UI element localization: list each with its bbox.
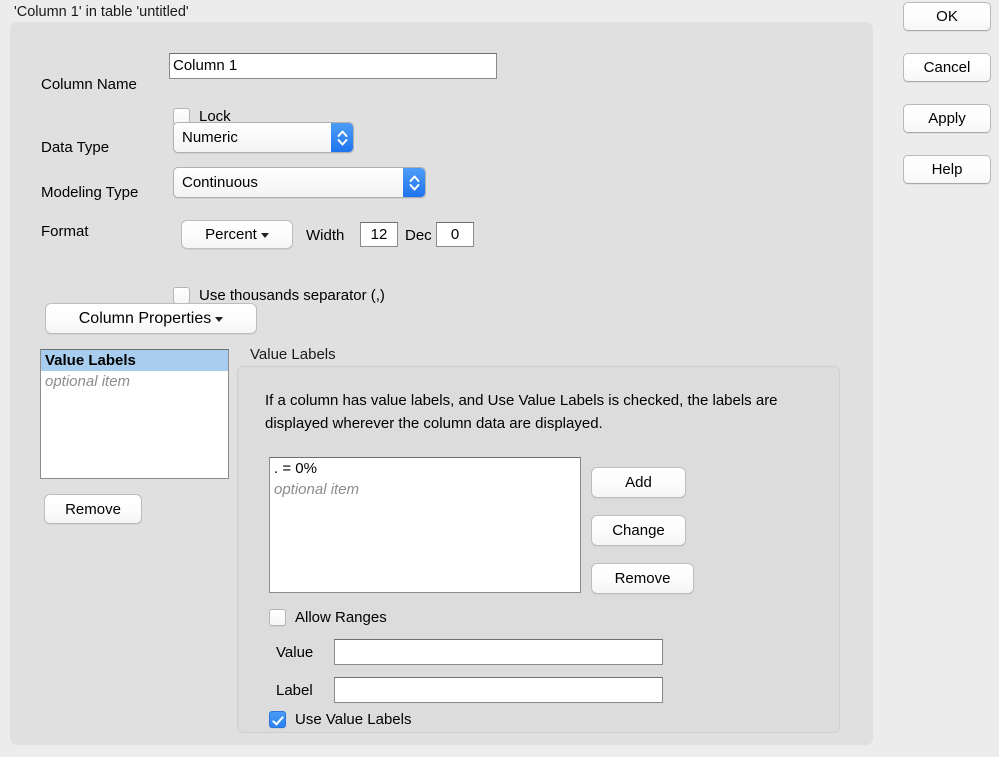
- chevron-down-icon: [260, 233, 269, 238]
- use-value-labels-checkbox[interactable]: Use Value Labels: [269, 711, 411, 728]
- value-labels-list[interactable]: . = 0% optional item: [269, 457, 581, 593]
- property-remove-button[interactable]: Remove: [44, 494, 142, 524]
- format-popup-button[interactable]: Percent: [181, 220, 293, 249]
- thousands-separator-label: Use thousands separator (,): [199, 287, 385, 304]
- allow-ranges-checkbox-box[interactable]: [269, 609, 286, 626]
- use-value-labels-checkbox-box[interactable]: [269, 711, 286, 728]
- data-type-popup-value: Numeric: [182, 129, 238, 146]
- stepper-arrows-icon[interactable]: [403, 168, 425, 197]
- property-remove-label: Remove: [65, 500, 121, 518]
- modeling-type-popup[interactable]: Continuous: [173, 167, 426, 198]
- ok-button[interactable]: OK: [903, 2, 991, 31]
- action-button-column: OK Cancel Apply Help: [903, 2, 993, 206]
- list-item[interactable]: optional item: [41, 371, 228, 392]
- value-label-change-button[interactable]: Change: [591, 515, 686, 546]
- value-labels-group-title: Value Labels: [250, 346, 336, 363]
- dec-label: Dec: [405, 227, 432, 244]
- chevron-down-icon: [215, 317, 224, 322]
- list-item[interactable]: Value Labels: [41, 350, 228, 371]
- value-label-add-label: Add: [625, 474, 652, 491]
- value-field-label: Value: [276, 644, 314, 661]
- column-name-input[interactable]: Column 1: [169, 53, 497, 79]
- thousands-separator-checkbox-box[interactable]: [173, 287, 190, 304]
- modeling-type-popup-value: Continuous: [182, 174, 258, 191]
- value-label-remove-label: Remove: [614, 570, 671, 587]
- value-labels-group: If a column has value labels, and Use Va…: [237, 366, 840, 733]
- dialog-panel: Column Name Column 1 Lock Data Type Nume…: [10, 22, 873, 745]
- use-value-labels-label: Use Value Labels: [295, 711, 412, 728]
- dec-input[interactable]: 0: [436, 222, 474, 247]
- data-type-popup[interactable]: Numeric: [173, 122, 354, 153]
- window-title: 'Column 1' in table 'untitled': [14, 4, 189, 20]
- format-popup-value: Percent: [205, 226, 257, 243]
- apply-button[interactable]: Apply: [903, 104, 991, 133]
- allow-ranges-label: Allow Ranges: [295, 609, 387, 626]
- label-input[interactable]: [334, 677, 663, 703]
- value-label-add-button[interactable]: Add: [591, 467, 686, 498]
- column-properties-button[interactable]: Column Properties: [45, 303, 257, 334]
- value-label-remove-button[interactable]: Remove: [591, 563, 694, 594]
- modeling-type-label: Modeling Type: [41, 184, 139, 201]
- value-input[interactable]: [334, 639, 663, 665]
- stepper-arrows-icon[interactable]: [331, 123, 353, 152]
- thousands-separator-checkbox[interactable]: Use thousands separator (,): [173, 287, 385, 304]
- allow-ranges-checkbox[interactable]: Allow Ranges: [269, 609, 387, 626]
- help-button[interactable]: Help: [903, 155, 991, 184]
- data-type-label: Data Type: [41, 139, 110, 156]
- value-labels-description: If a column has value labels, and Use Va…: [265, 392, 778, 432]
- list-item[interactable]: optional item: [270, 479, 580, 500]
- format-label: Format: [41, 223, 89, 240]
- width-label: Width: [306, 227, 345, 244]
- list-item[interactable]: . = 0%: [270, 458, 580, 479]
- property-list[interactable]: Value Labels optional item: [40, 349, 229, 479]
- column-name-label: Column Name: [41, 76, 137, 93]
- label-field-label: Label: [276, 682, 313, 699]
- value-label-change-label: Change: [612, 522, 665, 539]
- column-properties-label: Column Properties: [78, 309, 212, 327]
- cancel-button[interactable]: Cancel: [903, 53, 991, 82]
- width-input[interactable]: 12: [360, 222, 398, 247]
